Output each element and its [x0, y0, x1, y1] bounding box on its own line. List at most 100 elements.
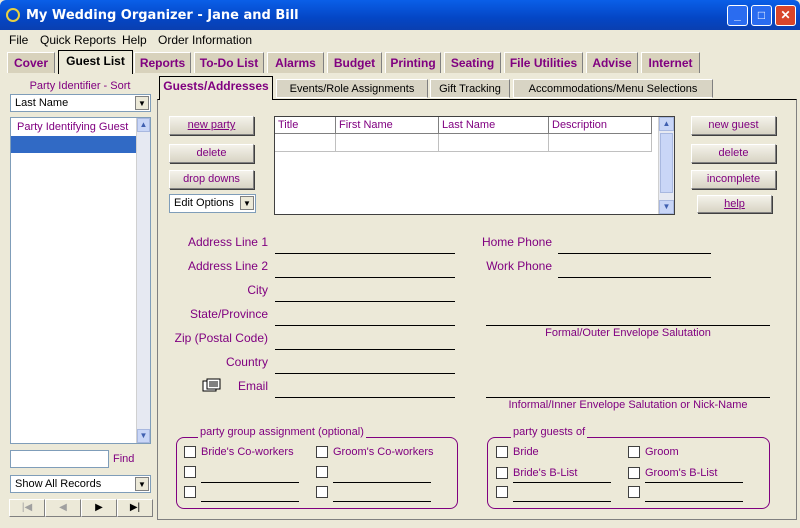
delete-guest-button[interactable]: delete — [691, 144, 776, 163]
grid-scroll-thumb[interactable] — [660, 133, 673, 193]
next-record-button[interactable]: ▶ — [81, 499, 117, 517]
brides-blist-label: Bride's B-List — [513, 467, 578, 479]
find-input[interactable] — [10, 450, 109, 468]
main-tabs: Cover Guest List Reports To-Do List Alar… — [0, 50, 800, 74]
work-phone-input[interactable] — [558, 277, 711, 278]
find-label[interactable]: Find — [113, 453, 134, 465]
chevron-down-icon[interactable]: ▼ — [137, 429, 150, 443]
menu-help[interactable]: Help — [122, 33, 147, 47]
tab-events-role-assignments[interactable]: Events/Role Assignments — [276, 79, 428, 98]
menu-quick-reports[interactable]: Quick Reports — [40, 33, 116, 47]
tab-advise[interactable]: Advise — [586, 52, 638, 73]
brides-blist-checkbox[interactable] — [496, 467, 508, 479]
grooms-blist-checkbox[interactable] — [628, 467, 640, 479]
last-record-button[interactable]: ▶| — [117, 499, 153, 517]
chevron-down-icon[interactable]: ▼ — [240, 196, 254, 210]
formal-salutation-input[interactable] — [486, 325, 770, 326]
city-input[interactable] — [275, 301, 455, 302]
drop-downs-button[interactable]: drop downs — [169, 170, 254, 189]
informal-salutation-input[interactable] — [486, 397, 770, 398]
tab-guests-addresses[interactable]: Guests/Addresses — [159, 76, 273, 100]
chevron-down-icon[interactable]: ▼ — [135, 477, 149, 491]
maximize-button[interactable]: □ — [751, 5, 772, 26]
group-custom-checkbox-4[interactable] — [316, 486, 328, 498]
tab-budget[interactable]: Budget — [327, 52, 382, 73]
list-item[interactable] — [11, 136, 136, 153]
state-input[interactable] — [275, 325, 455, 326]
country-label: Country — [225, 355, 268, 369]
filter-select[interactable]: Show All Records ▼ — [10, 475, 151, 493]
grid-cell-last-name[interactable] — [439, 134, 549, 152]
group-custom-input-2[interactable] — [333, 482, 431, 483]
grid-cell-description[interactable] — [549, 134, 652, 152]
group-custom-input-3[interactable] — [201, 501, 299, 502]
tab-printing[interactable]: Printing — [385, 52, 441, 73]
zip-input[interactable] — [275, 349, 455, 350]
party-list[interactable]: Party Identifying Guest ▲ ▼ — [10, 117, 151, 444]
grooms-coworkers-checkbox[interactable] — [316, 446, 328, 458]
tab-cover[interactable]: Cover — [7, 52, 55, 73]
tab-alarms[interactable]: Alarms — [267, 52, 324, 73]
party-list-scrollbar[interactable]: ▲ ▼ — [136, 118, 150, 443]
grid-scrollbar[interactable]: ▲ ▼ — [658, 117, 674, 214]
tab-seating[interactable]: Seating — [444, 52, 501, 73]
grooms-blist-line — [645, 482, 743, 483]
home-phone-input[interactable] — [558, 253, 711, 254]
grid-cell-first-name[interactable] — [336, 134, 439, 152]
minimize-button[interactable]: _ — [727, 5, 748, 26]
help-button[interactable]: help — [697, 195, 772, 213]
sort-select[interactable]: Last Name ▼ — [10, 94, 151, 112]
close-button[interactable]: ✕ — [775, 5, 796, 26]
new-party-button[interactable]: new party — [169, 116, 254, 135]
brides-blist-line — [513, 482, 611, 483]
bride-checkbox[interactable] — [496, 446, 508, 458]
address-line1-input[interactable] — [275, 253, 455, 254]
address-line1-label: Address Line 1 — [187, 235, 268, 249]
guests-custom-input-1[interactable] — [513, 501, 611, 502]
email-input[interactable] — [275, 397, 455, 398]
group-custom-checkbox-2[interactable] — [316, 466, 328, 478]
grooms-blist-label: Groom's B-List — [645, 467, 718, 479]
tab-todo-list[interactable]: To-Do List — [194, 52, 264, 73]
app-icon — [6, 8, 20, 22]
tab-internet[interactable]: Internet — [641, 52, 700, 73]
chevron-up-icon[interactable]: ▲ — [659, 117, 674, 131]
tab-file-utilities[interactable]: File Utilities — [504, 52, 583, 73]
column-header-title[interactable]: Title — [275, 117, 336, 134]
delete-party-button[interactable]: delete — [169, 144, 254, 163]
email-icon[interactable] — [202, 378, 224, 394]
tab-accommodations-menu[interactable]: Accommodations/Menu Selections — [513, 79, 713, 98]
tab-gift-tracking[interactable]: Gift Tracking — [430, 79, 510, 98]
chevron-down-icon[interactable]: ▼ — [135, 96, 149, 110]
guests-custom-input-2[interactable] — [645, 501, 743, 502]
group-custom-input-1[interactable] — [201, 482, 299, 483]
tab-guest-list[interactable]: Guest List — [58, 50, 133, 74]
group-custom-checkbox-1[interactable] — [184, 466, 196, 478]
chevron-up-icon[interactable]: ▲ — [137, 118, 150, 132]
prev-record-button[interactable]: ◀ — [45, 499, 81, 517]
group-custom-checkbox-3[interactable] — [184, 486, 196, 498]
groom-checkbox[interactable] — [628, 446, 640, 458]
country-input[interactable] — [275, 373, 455, 374]
incomplete-button[interactable]: incomplete — [691, 170, 776, 189]
guests-custom-checkbox-2[interactable] — [628, 486, 640, 498]
guests-custom-checkbox-1[interactable] — [496, 486, 508, 498]
menu-file[interactable]: File — [9, 33, 28, 47]
edit-options-select[interactable]: Edit Options ▼ — [169, 194, 256, 213]
guests-grid[interactable]: Title First Name Last Name Description ▲… — [274, 116, 675, 215]
group-custom-input-4[interactable] — [333, 501, 431, 502]
column-header-description[interactable]: Description — [549, 117, 652, 134]
chevron-down-icon[interactable]: ▼ — [659, 200, 674, 214]
first-record-button[interactable]: |◀ — [9, 499, 45, 517]
column-header-first-name[interactable]: First Name — [336, 117, 439, 134]
brides-coworkers-checkbox[interactable] — [184, 446, 196, 458]
menu-order-information[interactable]: Order Information — [158, 33, 252, 47]
new-guest-button[interactable]: new guest — [691, 116, 776, 135]
party-list-header: Party Identifying Guest — [17, 121, 129, 133]
address-line2-input[interactable] — [275, 277, 455, 278]
column-header-last-name[interactable]: Last Name — [439, 117, 549, 134]
informal-salutation-label: Informal/Inner Envelope Salutation or Ni… — [508, 399, 748, 411]
tab-reports[interactable]: Reports — [134, 52, 191, 73]
work-phone-label: Work Phone — [486, 259, 552, 273]
grid-cell-title[interactable] — [275, 134, 336, 152]
